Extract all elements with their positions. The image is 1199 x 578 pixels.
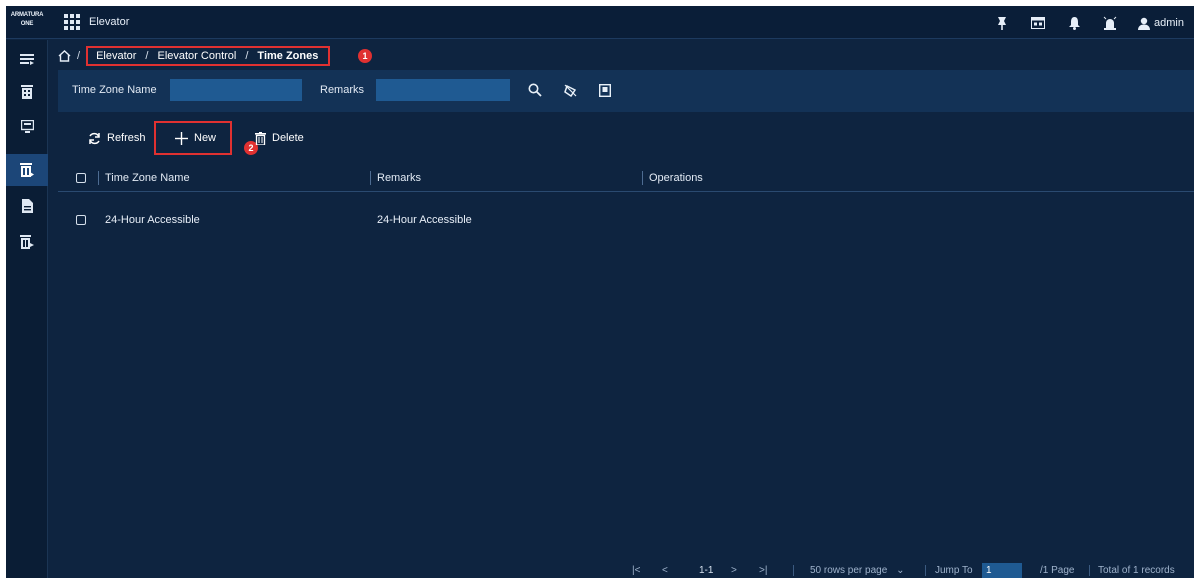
pagination: |< < 1-1 > >| 50 rows per page ⌄ Jump To… bbox=[58, 562, 1194, 578]
breadcrumb-item-elevator[interactable]: Elevator bbox=[96, 50, 136, 62]
table-row[interactable]: 24-Hour Accessible 24-Hour Accessible bbox=[58, 208, 1194, 232]
jump-to-label: Jump To bbox=[935, 565, 973, 576]
rows-per-page-label: 50 rows per page bbox=[810, 565, 888, 576]
last-page-button[interactable]: >| bbox=[759, 565, 767, 576]
user-name: admin bbox=[1154, 17, 1184, 29]
nav-report[interactable] bbox=[6, 226, 48, 258]
refresh-button[interactable]: Refresh bbox=[88, 127, 146, 149]
pin-icon[interactable] bbox=[994, 15, 1010, 31]
nav-elevator[interactable] bbox=[6, 154, 48, 186]
rows-per-page-select[interactable]: 50 rows per page ⌄ bbox=[810, 565, 904, 576]
first-page-button[interactable]: |< bbox=[632, 565, 640, 576]
report-icon bbox=[20, 235, 34, 249]
top-right-tools: admin bbox=[974, 13, 1184, 33]
new-label: New bbox=[194, 132, 217, 144]
table-header: Time Zone Name Remarks Operations bbox=[58, 164, 1194, 192]
top-bar: ARMATURA ONE Elevator admin bbox=[6, 6, 1194, 39]
brand-line-1: ARMATURA bbox=[10, 12, 44, 18]
building-icon bbox=[21, 85, 33, 99]
remarks-label: Remarks bbox=[320, 84, 365, 96]
breadcrumb-path-highlight: Elevator / Elevator Control / Time Zones bbox=[86, 46, 331, 66]
refresh-icon bbox=[89, 132, 100, 144]
clear-filter-icon[interactable] bbox=[561, 81, 579, 99]
user-icon bbox=[1138, 17, 1151, 30]
advanced-filter-icon[interactable] bbox=[596, 81, 614, 99]
row-checkbox[interactable] bbox=[76, 215, 86, 225]
nav-menu-list[interactable] bbox=[6, 44, 48, 76]
new-button[interactable]: New bbox=[175, 127, 216, 149]
column-header-remarks[interactable]: Remarks bbox=[377, 172, 421, 184]
elevator-icon bbox=[20, 163, 34, 177]
record-total: Total of 1 records bbox=[1098, 565, 1175, 576]
column-header-time-zone-name[interactable]: Time Zone Name bbox=[105, 172, 190, 184]
user-menu[interactable]: admin bbox=[1138, 17, 1184, 30]
column-divider bbox=[642, 171, 643, 185]
delete-label: Delete bbox=[272, 132, 304, 144]
plus-icon bbox=[175, 131, 188, 145]
pagination-divider bbox=[793, 565, 794, 576]
monitor-icon bbox=[20, 119, 34, 133]
side-nav bbox=[6, 40, 48, 578]
refresh-label: Refresh bbox=[107, 132, 146, 144]
time-zone-name-input[interactable] bbox=[170, 79, 302, 101]
pagination-divider bbox=[1089, 565, 1090, 576]
column-divider bbox=[370, 171, 371, 185]
menu-list-icon bbox=[20, 54, 34, 65]
main-panel: Refresh New 2 Delete Time Zone Name Rema… bbox=[58, 118, 1194, 578]
brand-logo[interactable]: ARMATURA ONE bbox=[10, 11, 44, 33]
bell-icon[interactable] bbox=[1066, 15, 1082, 31]
trash-icon bbox=[255, 131, 266, 145]
jump-to-input[interactable]: 1 bbox=[982, 563, 1022, 578]
page-range: 1-1 bbox=[699, 565, 714, 576]
column-header-operations: Operations bbox=[649, 172, 703, 184]
alarm-icon[interactable] bbox=[1102, 15, 1118, 31]
breadcrumb: / Elevator / Elevator Control / Time Zon… bbox=[58, 46, 331, 66]
pagination-divider bbox=[925, 565, 926, 576]
nav-monitor[interactable] bbox=[6, 110, 48, 142]
delete-button[interactable]: Delete bbox=[255, 127, 304, 149]
page-total: /1 Page bbox=[1040, 565, 1075, 576]
prev-page-button[interactable]: < bbox=[662, 565, 668, 576]
breadcrumb-item-elevator-control[interactable]: Elevator Control bbox=[157, 50, 236, 62]
cell-remarks: 24-Hour Accessible bbox=[377, 214, 472, 226]
breadcrumb-separator: / bbox=[77, 50, 81, 62]
search-icon[interactable] bbox=[526, 81, 544, 99]
nav-document[interactable] bbox=[6, 190, 48, 222]
brand-line-2: ONE bbox=[20, 21, 34, 27]
breadcrumb-separator: / bbox=[145, 50, 149, 62]
breadcrumb-separator: / bbox=[245, 50, 249, 62]
chevron-down-icon: ⌄ bbox=[896, 565, 905, 576]
app-window: ARMATURA ONE Elevator admin / Elevator /… bbox=[6, 6, 1194, 578]
home-icon[interactable] bbox=[58, 50, 71, 62]
next-page-button[interactable]: > bbox=[731, 565, 737, 576]
column-divider bbox=[98, 171, 99, 185]
select-all-checkbox[interactable] bbox=[76, 173, 86, 183]
document-icon bbox=[21, 199, 33, 213]
app-grid-icon[interactable] bbox=[64, 14, 82, 30]
filter-bar: Time Zone Name Remarks bbox=[58, 70, 1194, 112]
nav-building[interactable] bbox=[6, 76, 48, 108]
annotation-badge-1: 1 bbox=[358, 49, 372, 63]
cell-time-zone-name[interactable]: 24-Hour Accessible bbox=[105, 214, 200, 226]
toolbar: Refresh New 2 Delete bbox=[58, 118, 1194, 156]
module-title: Elevator bbox=[89, 16, 130, 28]
breadcrumb-item-time-zones: Time Zones bbox=[257, 50, 319, 62]
remarks-input[interactable] bbox=[376, 79, 510, 101]
time-zone-name-label: Time Zone Name bbox=[72, 84, 157, 96]
dashboard-icon[interactable] bbox=[1030, 15, 1046, 31]
